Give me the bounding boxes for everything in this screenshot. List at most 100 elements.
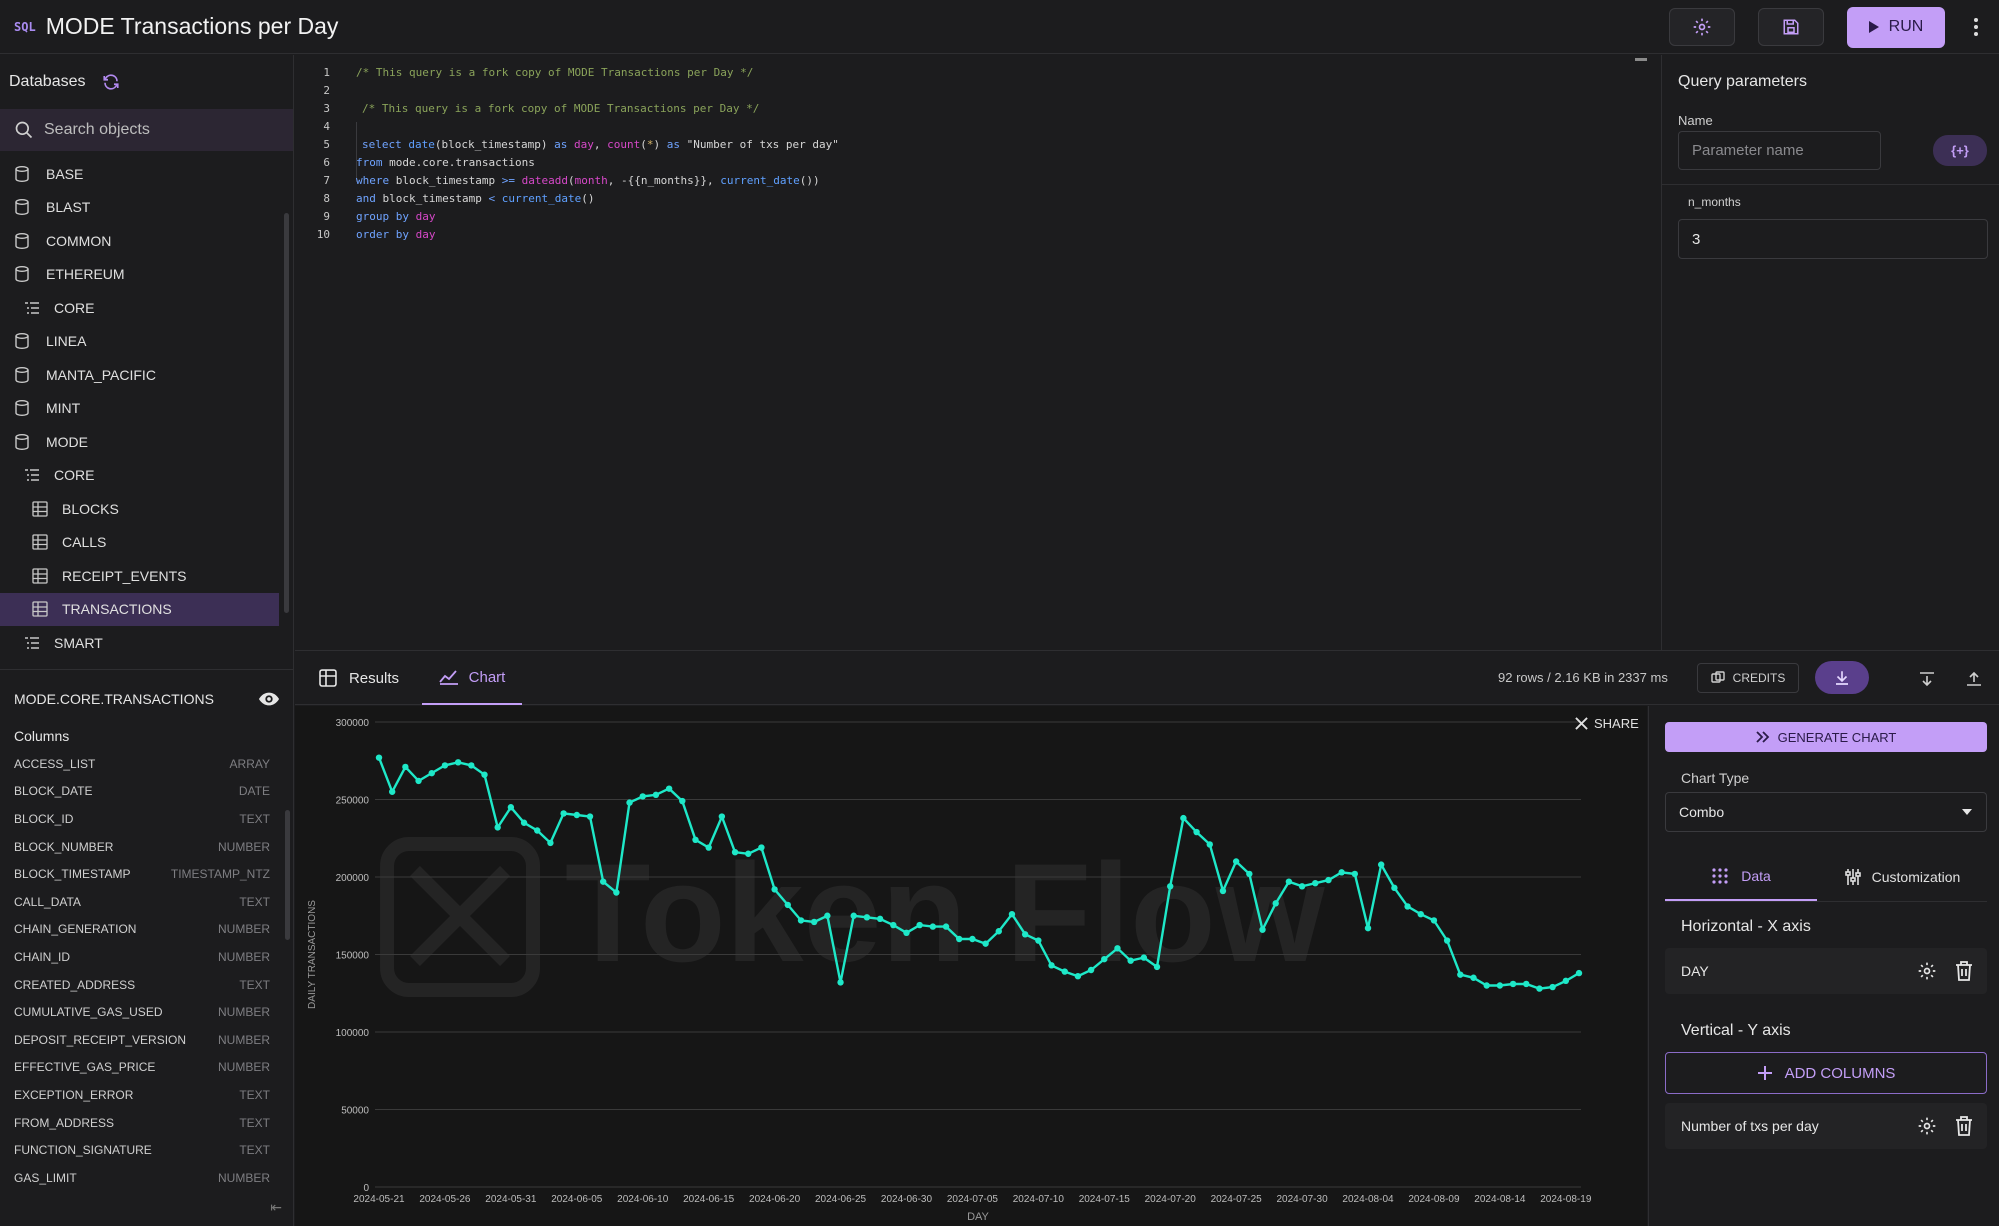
data-point[interactable] xyxy=(1061,968,1068,975)
data-point[interactable] xyxy=(1509,980,1517,988)
sidebar-item[interactable]: CORE xyxy=(0,459,293,493)
sidebar-item[interactable]: LINEA xyxy=(0,325,293,359)
data-point[interactable] xyxy=(1101,955,1108,963)
data-point[interactable] xyxy=(890,921,897,929)
data-point[interactable] xyxy=(1206,841,1213,848)
generate-chart-button[interactable]: GENERATE CHART xyxy=(1665,722,1987,752)
data-point[interactable] xyxy=(1404,903,1411,910)
data-point[interactable] xyxy=(1549,983,1556,991)
data-point[interactable] xyxy=(468,762,475,769)
gear-icon[interactable] xyxy=(1917,1116,1937,1136)
data-point[interactable] xyxy=(903,929,910,936)
data-point[interactable] xyxy=(718,813,726,820)
sidebar-item[interactable]: ETHEREUM xyxy=(0,258,293,292)
data-point[interactable] xyxy=(441,762,449,769)
data-point[interactable] xyxy=(613,889,620,896)
data-point[interactable] xyxy=(1391,884,1398,892)
settings-button[interactable] xyxy=(1669,8,1735,46)
column-row[interactable]: CREATED_ADDRESS TEXT xyxy=(0,971,294,999)
data-point[interactable] xyxy=(639,793,646,800)
data-point[interactable] xyxy=(586,813,594,820)
column-row[interactable]: FUNCTION_SIGNATURE TEXT xyxy=(0,1136,294,1164)
line-chart[interactable]: Token Flow 0 50000 100000 150000 200000 250000… xyxy=(295,706,1647,1226)
data-point[interactable] xyxy=(1298,883,1306,890)
tab-results[interactable]: Results xyxy=(319,651,399,705)
data-point[interactable] xyxy=(1180,814,1187,822)
data-point[interactable] xyxy=(1035,937,1042,944)
trash-icon[interactable] xyxy=(1955,961,1973,981)
column-row[interactable]: GAS_LIMIT NUMBER xyxy=(0,1164,294,1192)
sidebar-item[interactable]: BASE xyxy=(0,157,293,191)
trash-icon[interactable] xyxy=(1955,1116,1973,1136)
data-point[interactable] xyxy=(824,912,831,919)
sidebar-item[interactable]: MINT xyxy=(0,392,293,426)
data-point[interactable] xyxy=(1523,980,1530,988)
run-button[interactable]: RUN xyxy=(1847,6,1945,48)
column-row[interactable]: EFFECTIVE_GAS_PRICE NUMBER xyxy=(0,1054,294,1082)
data-point[interactable] xyxy=(1008,911,1016,918)
data-point[interactable] xyxy=(1364,924,1372,932)
data-point[interactable] xyxy=(731,849,739,856)
data-point[interactable] xyxy=(1232,858,1240,865)
eye-icon[interactable] xyxy=(258,691,280,707)
tab-customization[interactable]: Customization xyxy=(1817,853,1987,901)
sql-editor[interactable]: 1 2 3 4 5 6 7 8 9 10 /* This query is a fork copy… xyxy=(295,55,1647,650)
chart-type-select[interactable]: Combo xyxy=(1665,792,1987,832)
column-row[interactable]: EXCEPTION_ERROR TEXT xyxy=(0,1081,294,1109)
data-point[interactable] xyxy=(784,901,791,909)
column-row[interactable]: CUMULATIVE_GAS_USED NUMBER xyxy=(0,998,294,1026)
data-point[interactable] xyxy=(1167,883,1174,890)
data-point[interactable] xyxy=(599,878,607,885)
data-point[interactable] xyxy=(1443,937,1451,944)
data-point[interactable] xyxy=(547,839,554,847)
data-point[interactable] xyxy=(560,810,567,817)
sidebar-item[interactable]: CALLS xyxy=(0,526,293,560)
data-point[interactable] xyxy=(1483,982,1490,989)
data-point[interactable] xyxy=(942,923,950,930)
column-row[interactable]: CHAIN_GENERATION NUMBER xyxy=(0,916,294,944)
data-point[interactable] xyxy=(507,804,515,811)
data-point[interactable] xyxy=(929,923,937,930)
data-point[interactable] xyxy=(1338,869,1345,876)
data-point[interactable] xyxy=(454,759,462,766)
data-point[interactable] xyxy=(626,799,633,806)
editor-scrollbar[interactable] xyxy=(1635,58,1647,61)
column-row[interactable]: BLOCK_ID TEXT xyxy=(0,805,294,833)
sidebar-item[interactable]: MODE xyxy=(0,425,293,459)
data-point[interactable] xyxy=(494,824,501,831)
data-point[interactable] xyxy=(1087,966,1095,974)
sidebar-item[interactable]: CORE xyxy=(0,291,293,325)
data-point[interactable] xyxy=(1562,977,1570,985)
column-row[interactable]: BLOCK_NUMBER NUMBER xyxy=(0,833,294,861)
sidebar-item[interactable]: BLOCKS xyxy=(0,492,293,526)
share-button[interactable]: SHARE xyxy=(1575,716,1639,731)
data-point[interactable] xyxy=(969,935,976,943)
data-point[interactable] xyxy=(995,928,1002,935)
query-title[interactable]: MODE Transactions per Day xyxy=(46,13,339,40)
data-point[interactable] xyxy=(705,844,712,851)
gear-icon[interactable] xyxy=(1917,961,1937,981)
param-n-months-input[interactable]: 3 xyxy=(1678,219,1988,259)
expand-up-button[interactable] xyxy=(1962,667,1986,691)
data-point[interactable] xyxy=(956,935,963,943)
data-point[interactable] xyxy=(402,763,409,771)
data-point[interactable] xyxy=(1272,900,1279,907)
column-row[interactable]: FROM_ADDRESS TEXT xyxy=(0,1109,294,1137)
data-point[interactable] xyxy=(1417,911,1424,918)
data-point[interactable] xyxy=(1246,870,1253,878)
add-columns-button[interactable]: ADD COLUMNS xyxy=(1665,1052,1987,1094)
data-point[interactable] xyxy=(1496,982,1504,989)
collapse-down-button[interactable] xyxy=(1915,667,1939,691)
data-point[interactable] xyxy=(375,754,383,761)
sidebar-item[interactable]: MANTA_PACIFIC xyxy=(0,358,293,392)
data-point[interactable] xyxy=(758,844,765,851)
data-point[interactable] xyxy=(810,918,818,926)
data-point[interactable] xyxy=(1470,974,1477,981)
save-button[interactable] xyxy=(1758,8,1824,46)
data-point[interactable] xyxy=(1021,931,1029,938)
data-point[interactable] xyxy=(863,914,871,921)
sidebar-item[interactable]: TRANSACTIONS xyxy=(0,592,279,626)
data-point[interactable] xyxy=(1457,971,1464,978)
data-point[interactable] xyxy=(428,769,435,777)
data-point[interactable] xyxy=(679,797,686,805)
